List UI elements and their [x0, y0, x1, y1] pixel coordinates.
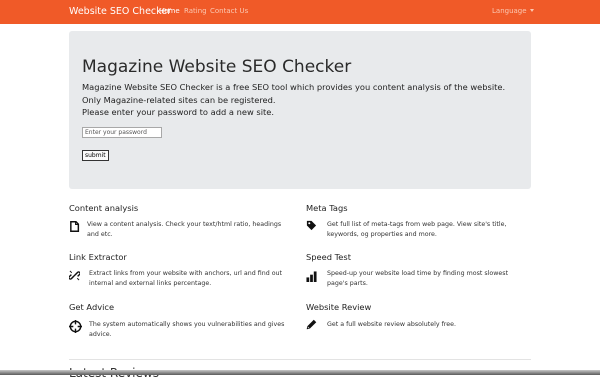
nav-home-link[interactable]: Home [159, 7, 180, 15]
nav-contact-link[interactable]: Contact Us [210, 7, 248, 15]
password-input[interactable] [82, 127, 162, 138]
hero-panel: Magazine Website SEO Checker Magazine We… [69, 31, 531, 189]
tag-icon [306, 220, 317, 231]
brand-link[interactable]: Website SEO Checker [69, 6, 171, 17]
nav-rating-link[interactable]: Rating [184, 7, 207, 15]
feature-desc-meta-tags: Get full list of meta-tags from web page… [327, 221, 507, 238]
feature-title-content-analysis: Content analysis [69, 203, 139, 213]
feature-title-get-advice: Get Advice [69, 302, 115, 312]
window-bottom-edge [0, 370, 600, 375]
page-title: Magazine Website SEO Checker [82, 57, 352, 77]
intro-text: Magazine Website SEO Checker is a free S… [82, 82, 506, 92]
document-icon [70, 221, 80, 232]
crosshair-icon [69, 320, 82, 333]
feature-title-website-review: Website Review [306, 302, 372, 312]
feature-title-meta-tags: Meta Tags [306, 203, 348, 213]
navbar: Website SEO Checker Home Rating Contact … [0, 0, 600, 24]
caret-down-icon [529, 9, 534, 12]
feature-desc-get-advice: The system automatically shows you vulne… [89, 321, 285, 338]
bar-chart-icon [306, 271, 317, 282]
feature-desc-website-review: Get a full website review absolutely fre… [327, 321, 456, 328]
feature-desc-content-analysis: View a content analysis. Check your text… [87, 221, 282, 238]
feature-desc-speed-test: Speed-up your website load time by findi… [327, 270, 509, 287]
unlink-icon [69, 270, 80, 281]
feature-title-link-extractor: Link Extractor [69, 252, 127, 262]
restriction-text: Only Magazine-related sites can be regis… [82, 95, 276, 105]
instruction-text: Please enter your password to add a new … [82, 107, 275, 117]
pencil-icon [306, 319, 317, 330]
feature-desc-link-extractor: Extract links from your website with anc… [89, 270, 283, 287]
feature-title-speed-test: Speed Test [306, 252, 351, 262]
language-label: Language [492, 7, 527, 15]
language-dropdown[interactable]: Language [492, 7, 534, 15]
section-divider [69, 359, 531, 360]
submit-button[interactable]: submit [82, 150, 109, 161]
